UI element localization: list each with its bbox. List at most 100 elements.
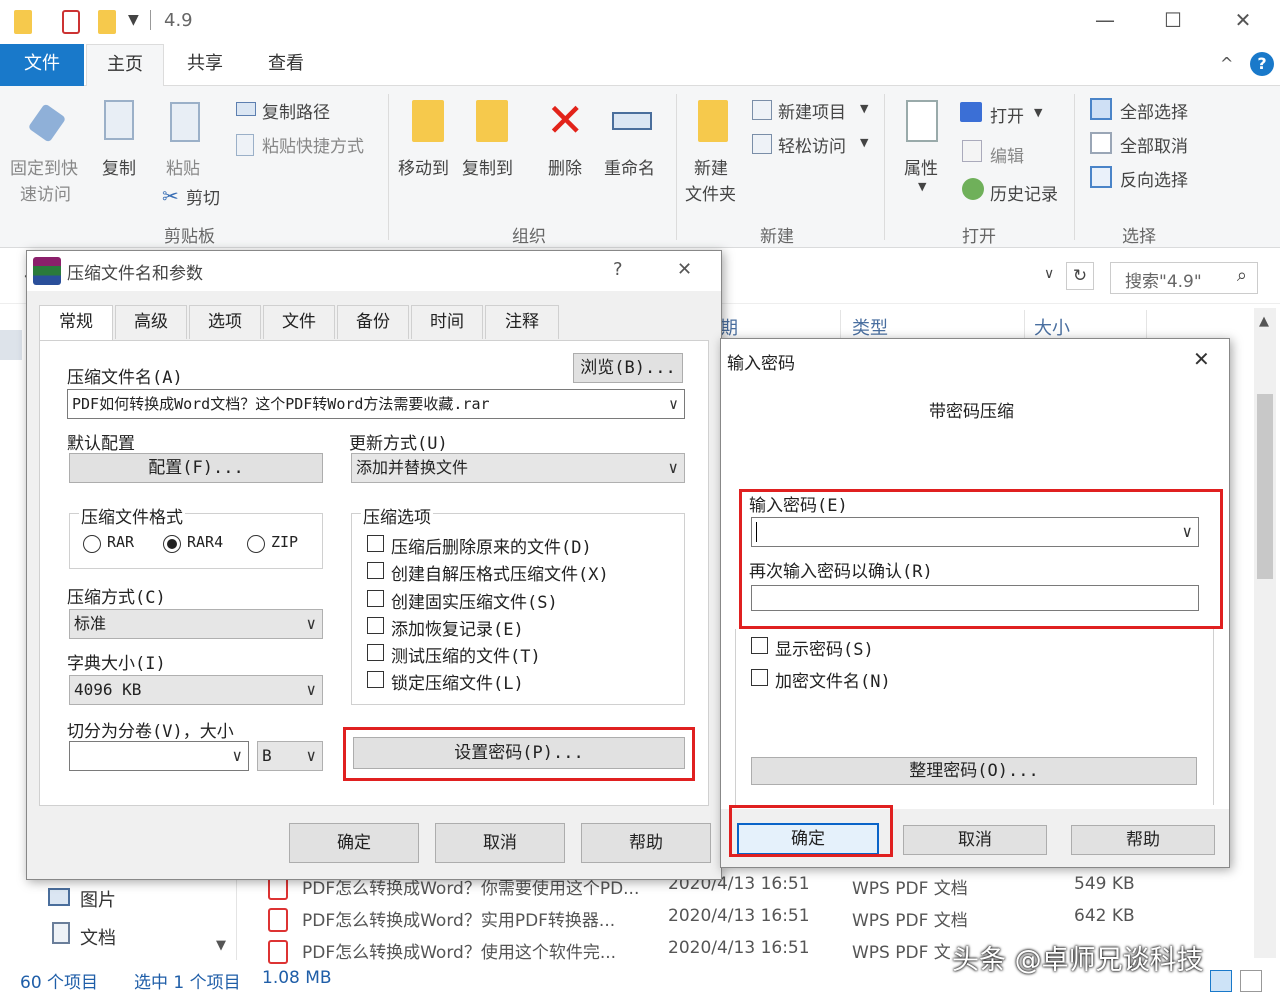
- delete-button[interactable]: 删除: [548, 154, 582, 179]
- tab-general[interactable]: 常规: [39, 305, 113, 341]
- encrypt-filenames-label[interactable]: 加密文件名(N): [775, 667, 891, 692]
- help-button[interactable]: 帮助: [581, 823, 711, 863]
- tab-share[interactable]: 共享: [170, 44, 240, 86]
- new-item-dropdown-icon[interactable]: ▼: [860, 102, 868, 115]
- format-rar-label[interactable]: RAR: [107, 533, 134, 551]
- select-none-button[interactable]: 全部取消: [1120, 132, 1188, 157]
- option-delete-after-label[interactable]: 压缩后删除原来的文件(D): [391, 533, 592, 558]
- search-box[interactable]: 搜索"4.9" ⌕: [1110, 262, 1258, 294]
- large-icons-view-icon[interactable]: [1240, 970, 1262, 992]
- option-lock-checkbox[interactable]: [367, 671, 384, 688]
- show-password-checkbox[interactable]: [751, 637, 768, 654]
- properties-check-icon[interactable]: [62, 10, 80, 34]
- tab-time[interactable]: 时间: [411, 305, 483, 339]
- history-button[interactable]: 历史记录: [990, 180, 1058, 205]
- close-button[interactable]: ✕: [1228, 8, 1258, 32]
- chevron-down-icon[interactable]: ∨: [232, 742, 242, 770]
- refresh-icon[interactable]: ↻: [1066, 262, 1094, 290]
- option-solid-checkbox[interactable]: [367, 590, 384, 607]
- scrollbar-thumb[interactable]: [1257, 394, 1273, 579]
- tab-options[interactable]: 选项: [189, 305, 261, 339]
- paste-button[interactable]: 粘贴: [166, 154, 200, 179]
- copy-path-button[interactable]: 复制路径: [262, 98, 330, 123]
- collapse-ribbon-icon[interactable]: ^: [1220, 54, 1233, 73]
- dialog-close-button[interactable]: ✕: [677, 259, 692, 280]
- nav-scroll-down-icon[interactable]: ▼: [216, 938, 226, 953]
- encrypt-filenames-checkbox[interactable]: [751, 669, 768, 686]
- edit-button[interactable]: 编辑: [990, 142, 1024, 167]
- format-rar-radio[interactable]: [83, 535, 101, 553]
- open-dropdown-icon[interactable]: ▼: [1034, 106, 1042, 119]
- new-folder-icon[interactable]: [98, 10, 116, 34]
- cancel-button[interactable]: 取消: [435, 823, 565, 863]
- help-icon[interactable]: ?: [1250, 52, 1274, 76]
- option-solid-label[interactable]: 创建固实压缩文件(S): [391, 588, 558, 613]
- chevron-down-icon[interactable]: ∨: [669, 390, 678, 418]
- profiles-button[interactable]: 配置(F)...: [69, 453, 323, 483]
- cut-button[interactable]: 剪切: [186, 184, 220, 209]
- dialog-help-button[interactable]: ?: [613, 259, 623, 280]
- password-dialog-close-button[interactable]: ✕: [1193, 347, 1210, 371]
- format-zip-label[interactable]: ZIP: [271, 533, 298, 551]
- tab-file[interactable]: 文件: [0, 44, 84, 86]
- option-sfx-label[interactable]: 创建自解压格式压缩文件(X): [391, 560, 609, 585]
- chevron-down-icon[interactable]: ∨: [668, 454, 678, 482]
- column-header-size[interactable]: 大小: [1034, 314, 1070, 340]
- open-button[interactable]: 打开: [990, 102, 1024, 127]
- column-header-date[interactable]: 期: [720, 314, 738, 340]
- password-help-button[interactable]: 帮助: [1071, 825, 1215, 855]
- option-recovery-label[interactable]: 添加恢复记录(E): [391, 615, 524, 640]
- option-delete-after-checkbox[interactable]: [367, 535, 384, 552]
- option-test-label[interactable]: 测试压缩的文件(T): [391, 642, 541, 667]
- new-folder-button-line2[interactable]: 文件夹: [685, 180, 736, 205]
- easy-access-button[interactable]: 轻松访问: [778, 132, 846, 157]
- format-rar4-label[interactable]: RAR4: [187, 533, 223, 551]
- option-test-checkbox[interactable]: [367, 644, 384, 661]
- browse-button[interactable]: 浏览(B)...: [573, 353, 683, 383]
- format-zip-radio[interactable]: [247, 535, 265, 553]
- tab-view[interactable]: 查看: [250, 44, 322, 86]
- dictionary-size-select[interactable]: 4096 KB ∨: [69, 675, 323, 705]
- option-recovery-checkbox[interactable]: [367, 617, 384, 634]
- tab-advanced[interactable]: 高级: [115, 305, 187, 339]
- nav-item-pictures[interactable]: 图片: [80, 886, 116, 912]
- tab-comment[interactable]: 注释: [485, 305, 559, 339]
- split-size-input[interactable]: ∨: [69, 741, 249, 771]
- scroll-up-icon[interactable]: ▲: [1259, 314, 1269, 329]
- details-view-icon[interactable]: [1210, 970, 1232, 992]
- column-header-type[interactable]: 类型: [852, 314, 888, 340]
- password-cancel-button[interactable]: 取消: [903, 825, 1047, 855]
- copy-to-button[interactable]: 复制到: [462, 154, 513, 179]
- organize-passwords-button[interactable]: 整理密码(O)...: [751, 757, 1197, 785]
- address-dropdown-icon[interactable]: ∨: [1044, 266, 1054, 282]
- pin-quick-access-label[interactable]: 固定到快: [10, 154, 78, 179]
- split-unit-select[interactable]: B ∨: [257, 741, 323, 771]
- tab-files[interactable]: 文件: [263, 305, 335, 339]
- tab-home[interactable]: 主页: [86, 44, 164, 87]
- easy-access-dropdown-icon[interactable]: ▼: [860, 136, 868, 149]
- rename-button[interactable]: 重命名: [604, 154, 655, 179]
- paste-shortcut-button[interactable]: 粘贴快捷方式: [262, 132, 364, 157]
- select-all-button[interactable]: 全部选择: [1120, 98, 1188, 123]
- invert-selection-button[interactable]: 反向选择: [1120, 166, 1188, 191]
- format-rar4-radio[interactable]: [163, 535, 181, 553]
- update-mode-select[interactable]: 添加并替换文件 ∨: [351, 453, 685, 483]
- chevron-down-icon[interactable]: ∨: [306, 610, 316, 638]
- copy-button[interactable]: 复制: [102, 154, 136, 179]
- chevron-down-icon[interactable]: ∨: [306, 676, 316, 704]
- vertical-scrollbar[interactable]: ▲: [1254, 308, 1276, 958]
- compression-method-select[interactable]: 标准 ∨: [69, 609, 323, 639]
- tab-backup[interactable]: 备份: [337, 305, 409, 339]
- option-sfx-checkbox[interactable]: [367, 562, 384, 579]
- maximize-button[interactable]: ☐: [1158, 8, 1188, 32]
- move-to-button[interactable]: 移动到: [398, 154, 449, 179]
- new-item-button[interactable]: 新建项目: [778, 98, 846, 123]
- nav-item-documents[interactable]: 文档: [80, 924, 116, 950]
- folder-icon[interactable]: [14, 10, 32, 34]
- chevron-down-icon[interactable]: ∨: [306, 742, 316, 770]
- option-lock-label[interactable]: 锁定压缩文件(L): [391, 669, 524, 694]
- pin-quick-access-label-2[interactable]: 速访问: [20, 180, 71, 205]
- archive-name-input[interactable]: PDF如何转换成Word文档？这个PDF转Word方法需要收藏.rar ∨: [67, 389, 685, 419]
- properties-dropdown-icon[interactable]: ▼: [918, 180, 926, 193]
- quick-access-dropdown-icon[interactable]: ▼: [128, 12, 139, 28]
